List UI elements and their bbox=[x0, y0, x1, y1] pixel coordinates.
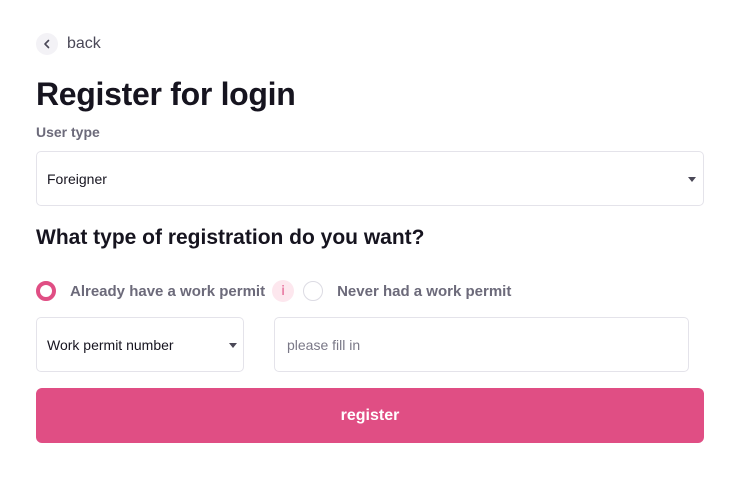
registration-type-heading: What type of registration do you want? bbox=[36, 226, 425, 249]
radio-label-never-had-permit[interactable]: Never had a work permit bbox=[337, 283, 511, 300]
user-type-selected-value: Foreigner bbox=[47, 170, 107, 187]
chevron-left-icon[interactable] bbox=[36, 33, 58, 55]
radio-already-have-permit[interactable] bbox=[36, 281, 56, 301]
radio-label-already-have-permit[interactable]: Already have a work permit bbox=[70, 283, 265, 300]
work-permit-number-input[interactable] bbox=[274, 317, 689, 372]
info-icon[interactable]: i bbox=[272, 280, 295, 302]
user-type-label: User type bbox=[36, 124, 100, 140]
permit-type-select[interactable]: Work permit number bbox=[36, 317, 244, 372]
register-button[interactable]: register bbox=[36, 388, 704, 443]
page-title: Register for login bbox=[36, 76, 296, 112]
caret-down-icon bbox=[688, 177, 696, 182]
registration-type-radio-group: Already have a work permit i Never had a… bbox=[36, 279, 511, 303]
back-label[interactable]: back bbox=[67, 35, 101, 53]
permit-type-selected-value: Work permit number bbox=[47, 336, 174, 353]
back-link[interactable]: back bbox=[36, 33, 101, 55]
user-type-select[interactable]: Foreigner bbox=[36, 151, 704, 206]
caret-down-icon bbox=[229, 343, 237, 348]
radio-never-had-permit[interactable] bbox=[303, 281, 324, 301]
